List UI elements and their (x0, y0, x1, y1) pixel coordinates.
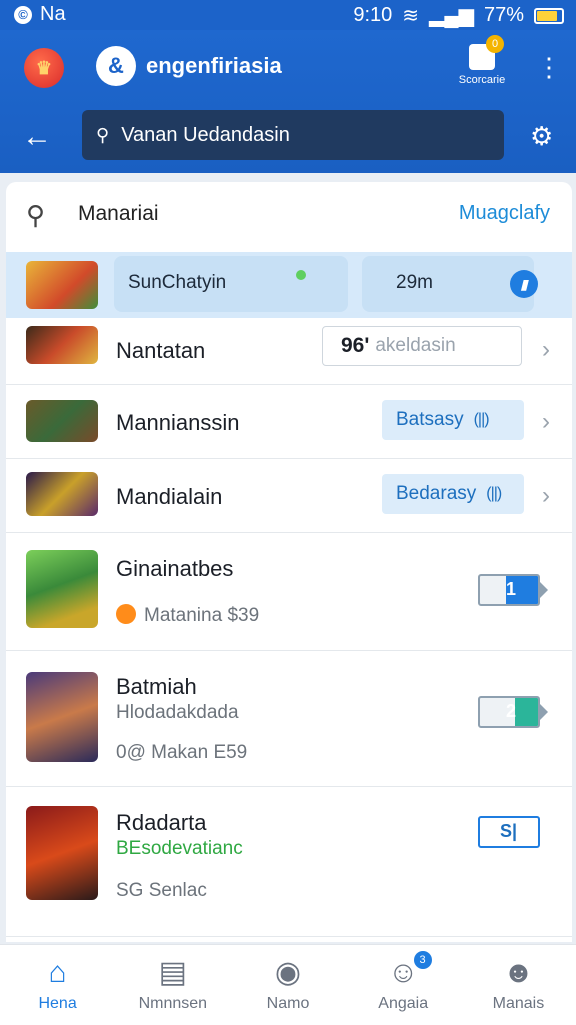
settings-gear-icon[interactable]: ⚙ (530, 122, 553, 150)
highlighted-row[interactable]: SunChatyin 29m ▮ (6, 252, 572, 318)
sound-icon: (||) (486, 485, 502, 502)
store-button[interactable]: 0 Scorcarie (452, 35, 512, 86)
brand: & engenfiriasia (96, 46, 282, 86)
progress-number: 1 (506, 579, 517, 599)
app-list-item[interactable]: Rdadarta BEsodevatianc SG Senlac S| (6, 786, 572, 937)
sound-icon: ▮ (510, 270, 538, 298)
app-bar: ♛ & engenfiriasia 0 Scorcarie ⋮ ← ⚲ ⚙ (0, 30, 576, 173)
app-name: Batmiah (116, 674, 197, 699)
app-progress-badge[interactable]: 2 (478, 696, 552, 728)
pill-text: Batsasy (396, 409, 464, 430)
more-options-icon[interactable]: ⋮ (536, 52, 562, 82)
nav-label: Namo (266, 995, 310, 1012)
pill-text: akeldasin (375, 335, 456, 356)
game-thumbnail (26, 261, 98, 309)
highlight-time-chip[interactable]: 29m ▮ (362, 256, 538, 312)
nav-item-library[interactable]: ▤ Nmnnsen (115, 945, 230, 1025)
store-badge: 0 (486, 35, 504, 53)
app-subtitle: Hlodadakdada (116, 702, 239, 723)
app-progress-badge[interactable]: 1 (478, 574, 552, 606)
list-item-pill[interactable]: Bedarasy (||) (382, 474, 524, 514)
pill-prefix: 96' (341, 334, 370, 357)
game-thumbnail (26, 400, 98, 442)
app-list-item[interactable]: Batmiah Hlodadakdada 0@ Makan E59 2 (6, 650, 572, 787)
list-item[interactable]: Mandialain Bedarasy (||) › (6, 458, 572, 533)
back-arrow-icon[interactable]: ← (22, 122, 52, 152)
app-name: Ginainatbes (116, 556, 234, 581)
battery-percent: 77% (483, 4, 524, 26)
book-icon: ▤ (158, 956, 187, 989)
store-bag-icon: 0 (469, 35, 504, 70)
globe-icon: ◉ (274, 956, 302, 989)
nav-item-explore[interactable]: ◉ Namo (230, 945, 345, 1025)
wifi-icon: ≋ (402, 5, 420, 27)
brand-name: engenfiriasia (146, 53, 282, 78)
list-item[interactable]: Mannianssin Batsasy (||) › (6, 384, 572, 459)
nav-label: Angaia (378, 995, 429, 1012)
status-bar: © Na 9:10 ≋ ▂▄▆ 77% (0, 0, 576, 30)
search-input[interactable] (119, 122, 484, 148)
signal-icon: ▂▄▆ (429, 5, 474, 27)
highlight-chip[interactable]: SunChatyin (114, 256, 348, 312)
friends-badge: 3 (413, 951, 432, 969)
game-thumbnail (26, 672, 98, 762)
home-icon: ⌂ (48, 956, 67, 989)
carrier-text: Na (40, 3, 66, 25)
clock-time: 9:10 (353, 4, 393, 26)
highlight-chip-label: SunChatyin (128, 272, 227, 293)
game-thumbnail (26, 550, 98, 628)
bottom-navigation: ⌂ Hena ▤ Nmnnsen ◉ Namo ☺ 3 Angaia ☻ Man… (0, 944, 576, 1025)
app-price: 0@ Makan E59 (116, 742, 248, 763)
list-header: ⚲ Manariai Muagclafy (6, 182, 572, 248)
app-subtitle: BEsodevatianc (116, 838, 243, 859)
orange-icon (116, 604, 136, 624)
nav-item-friends[interactable]: ☺ 3 Angaia (346, 945, 461, 1025)
game-thumbnail (26, 472, 98, 516)
progress-fill (514, 698, 538, 726)
nav-item-profile[interactable]: ☻ Manais (461, 945, 576, 1025)
chevron-right-icon: › (542, 336, 550, 363)
progress-number: 2 (506, 701, 517, 721)
pill-text: Bedarasy (396, 483, 477, 504)
list-item-name: Mannianssin (116, 410, 240, 435)
nav-label: Hena (38, 995, 77, 1012)
nav-item-home[interactable]: ⌂ Hena (0, 945, 115, 1025)
app-list-item[interactable]: Ginainatbes Matanina $39 1 (6, 532, 572, 651)
nav-label: Nmnnsen (138, 995, 208, 1012)
list-item-pill[interactable]: Batsasy (||) (382, 400, 524, 440)
list-item-name: Mandialain (116, 484, 223, 509)
game-thumbnail (26, 326, 98, 364)
list-item-pill[interactable]: 96' akeldasin (322, 326, 522, 366)
nav-label: Manais (492, 995, 545, 1012)
battery-icon (534, 7, 564, 24)
search-icon[interactable]: ⚲ (26, 200, 45, 231)
content-card: ⚲ Manariai Muagclafy SunChatyin 29m ▮ Na… (6, 182, 572, 942)
list-item[interactable]: Nantatan 96' akeldasin › (6, 318, 572, 385)
list-title: Manariai (78, 202, 159, 225)
chevron-right-icon: › (542, 408, 550, 435)
search-icon: ⚲ (96, 124, 110, 145)
list-header-link[interactable]: Muagclafy (459, 202, 550, 225)
status-app-icon: © (14, 5, 32, 24)
app-price: Matanina $39 (116, 604, 259, 627)
sound-icon: (||) (473, 411, 490, 428)
progress-number: S| (500, 821, 518, 841)
people-icon: ☺ (387, 956, 419, 989)
app-price: SG Senlac (116, 880, 207, 901)
person-icon: ☻ (502, 956, 535, 989)
brand-badge-icon: & (96, 46, 136, 86)
highlight-time: 29m (396, 272, 433, 293)
app-logo-icon[interactable]: ♛ (24, 48, 64, 88)
chevron-right-icon: › (542, 482, 550, 509)
store-label: Scorcarie (458, 74, 506, 86)
search-bar[interactable]: ⚲ (82, 110, 504, 160)
game-thumbnail (26, 806, 98, 900)
list-item-name: Nantatan (116, 338, 206, 363)
online-dot-icon (294, 268, 308, 282)
app-name: Rdadarta (116, 810, 207, 835)
app-progress-badge[interactable]: S| (478, 816, 552, 848)
